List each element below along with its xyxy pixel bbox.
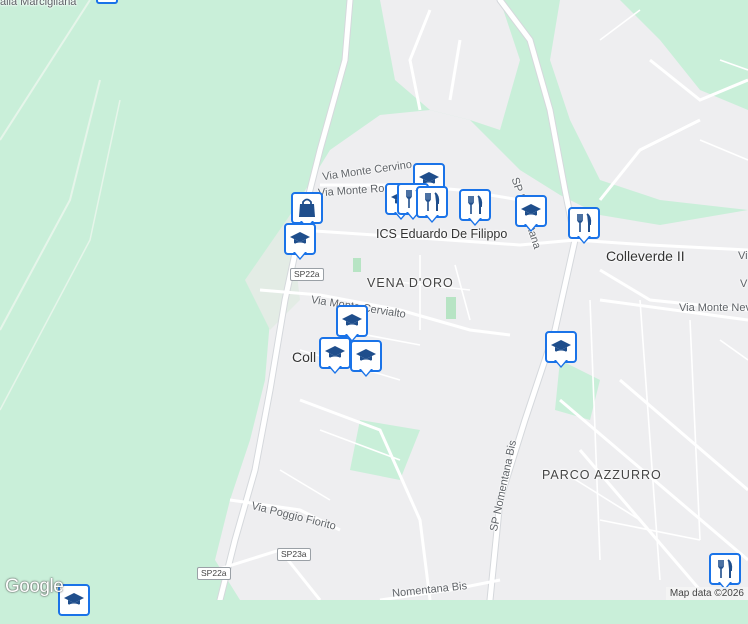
map-canvas[interactable] [0,0,748,600]
restaurant-icon [577,213,592,232]
school-marker[interactable] [319,337,351,377]
shopping-bag-icon [299,198,315,217]
restaurant-icon [718,559,733,578]
restaurant-marker[interactable] [459,189,491,229]
restaurant-marker[interactable] [416,186,448,226]
place-label-coll: Coll [292,349,317,365]
street-label-cut-2: V [740,278,748,290]
road-shield-sp22a-bottom: SP22a [197,567,231,580]
restaurant-icon [425,192,440,211]
area-label-parco-azzurro: PARCO AZZURRO [542,468,662,482]
school-marker[interactable] [350,340,382,380]
place-label-colleverde: Colleverde II [606,248,685,264]
park-small-2 [353,258,361,272]
map-attribution[interactable]: Map data ©2026 [665,587,748,600]
school-marker[interactable] [545,331,577,371]
marker-partial[interactable] [96,0,118,4]
park-small [446,297,456,319]
road-shield-sp22a: SP22a [290,268,324,281]
google-logo: Google [5,576,64,597]
place-label-marcigliana: alla Marcigliana [0,0,77,8]
area-label-vena-doro: VENA D'ORO [367,276,454,290]
school-icon [325,346,345,360]
restaurant-icon [468,195,483,214]
school-icon [64,593,84,607]
school-icon [290,232,310,246]
road-shield-sp23a: SP23a [277,548,311,561]
street-label-cut: Vi [738,250,748,262]
poi-label-ics[interactable]: ICS Eduardo De Filippo [376,227,507,241]
school-icon [521,204,541,218]
street-label-via-monte-nev: Via Monte Nev [679,302,748,314]
restaurant-marker[interactable] [568,207,600,247]
school-marker[interactable] [515,195,547,235]
school-marker[interactable] [284,223,316,263]
school-icon [551,340,571,354]
school-icon [356,349,376,363]
school-icon [342,314,362,328]
